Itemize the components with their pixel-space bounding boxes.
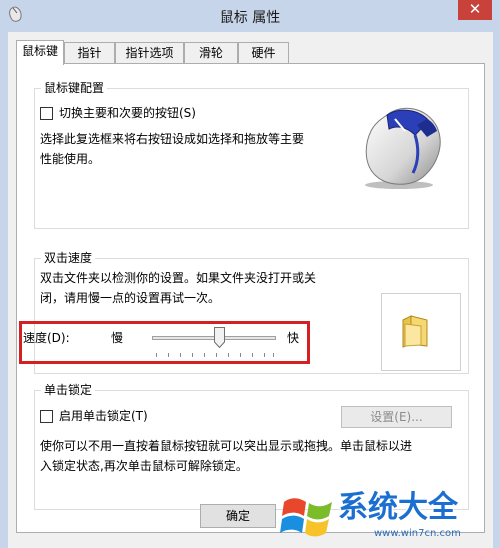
- dialog-client-area: 鼠标键 指针 指针选项 滑轮 硬件 鼠标键配置 切换主要和次要的按钮(S) 选择…: [8, 32, 493, 548]
- button-config-group: 鼠标键配置 切换主要和次要的按钮(S) 选择此复选框来将右按钮设成如选择和拖放等…: [34, 80, 469, 229]
- watermark-url: www.win7cn.com: [374, 528, 461, 539]
- click-lock-desc-line1: 使你可以不用一直按着鼠标按钮就可以突出显示或拖拽。单击鼠标以进: [40, 439, 413, 453]
- window-title: 鼠标 属性: [219, 10, 281, 26]
- click-lock-settings-button[interactable]: 设置(E)...: [341, 406, 452, 428]
- folder-icon[interactable]: [401, 314, 429, 348]
- windows-logo-icon: [280, 498, 332, 537]
- button-config-desc-line2: 性能使用。: [40, 152, 101, 166]
- double-click-test-area[interactable]: [381, 293, 461, 371]
- watermark-text: 系统大全: [338, 490, 458, 525]
- title-bar[interactable]: 鼠标 属性 ✕: [0, 0, 500, 32]
- double-click-desc-line1: 双击文件夹以检测你的设置。如果文件夹没打开或关: [40, 271, 317, 285]
- swap-buttons-label[interactable]: 切换主要和次要的按钮(S): [59, 104, 196, 122]
- watermark: 系统大全 www.win7cn.com: [278, 490, 500, 548]
- tab-panel-buttons: 鼠标键配置 切换主要和次要的按钮(S) 选择此复选框来将右按钮设成如选择和拖放等…: [16, 63, 485, 533]
- double-click-desc-line2: 闭，请用慢一点的设置再试一次。: [40, 291, 221, 305]
- click-lock-checkbox[interactable]: [40, 410, 53, 423]
- tab-hardware[interactable]: 硬件: [238, 42, 289, 64]
- tab-wheel[interactable]: 滑轮: [184, 42, 238, 64]
- close-button[interactable]: ✕: [458, 0, 492, 20]
- mouse-icon: [365, 107, 441, 189]
- click-lock-label[interactable]: 启用单击锁定(T): [59, 407, 148, 425]
- button-config-desc-line1: 选择此复选框来将右按钮设成如选择和拖放等主要: [40, 132, 305, 146]
- tab-buttons[interactable]: 鼠标键: [16, 40, 64, 65]
- button-config-title: 鼠标键配置: [41, 80, 108, 96]
- swap-buttons-checkbox[interactable]: [40, 107, 53, 120]
- mouse-properties-window: 鼠标 属性 ✕ 鼠标键 指针 指针选项 滑轮 硬件 鼠标键配置 切换主要和次要的…: [0, 0, 500, 548]
- double-click-title: 双击速度: [41, 250, 96, 266]
- speed-highlight-box: [19, 321, 310, 364]
- click-lock-title: 单击锁定: [41, 382, 96, 398]
- click-lock-desc-line2: 入锁定状态,再次单击鼠标可解除锁定。: [40, 459, 248, 473]
- ok-button[interactable]: 确定: [200, 504, 276, 528]
- tab-pointer-options[interactable]: 指针选项: [115, 42, 184, 64]
- tab-pointers[interactable]: 指针: [64, 42, 115, 64]
